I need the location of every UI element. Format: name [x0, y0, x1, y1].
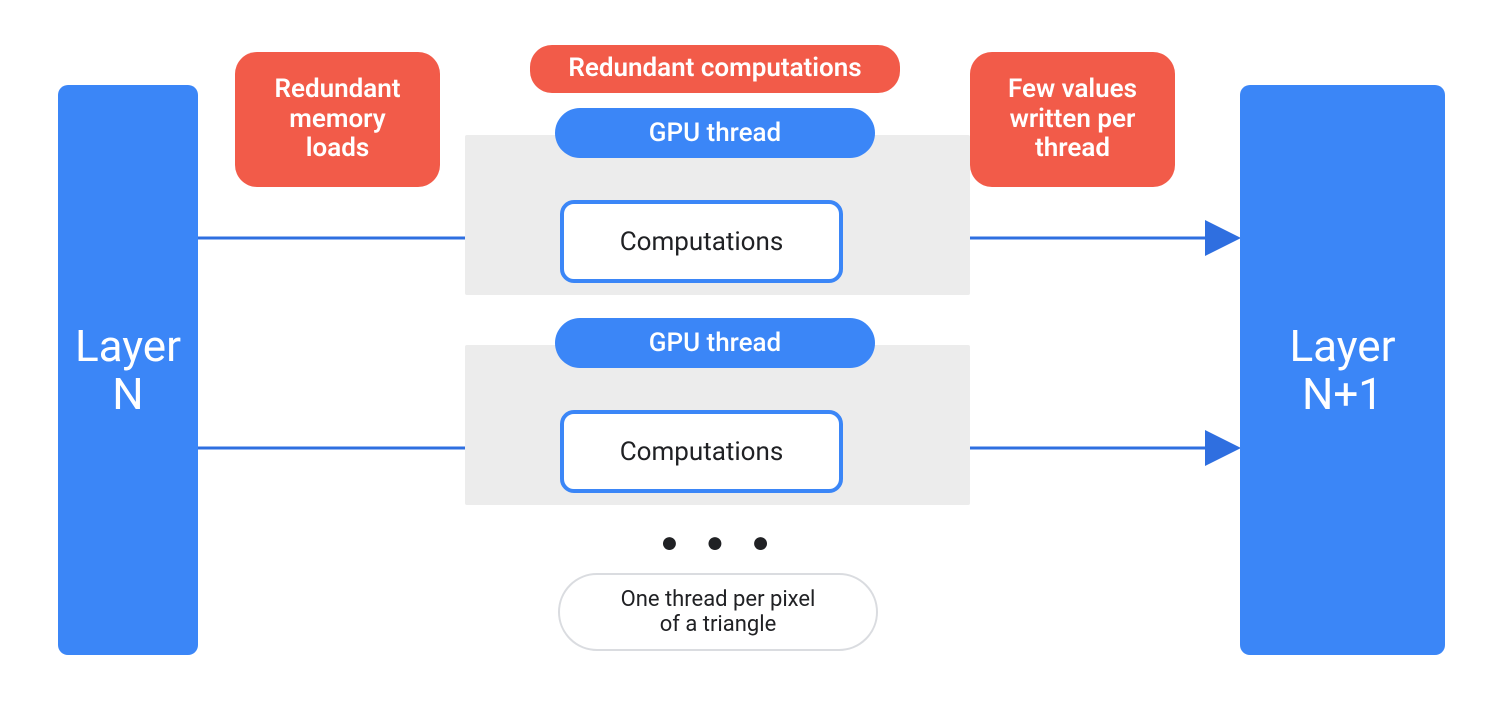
- callout-few-values-text: Few values written per thread: [1008, 75, 1137, 165]
- callout-memory-loads-text: Redundant memory loads: [274, 75, 400, 165]
- computations-box-1-text: Computations: [620, 227, 784, 257]
- gpu-thread-pill-1-text: GPU thread: [649, 118, 781, 148]
- callout-few-values: Few values written per thread: [970, 52, 1175, 187]
- layer-n1-box: Layer N+1: [1240, 85, 1445, 655]
- callout-redundant-comp: Redundant computations: [530, 45, 900, 93]
- callout-redundant-comp-text: Redundant computations: [568, 54, 861, 84]
- callout-memory-loads: Redundant memory loads: [235, 52, 440, 187]
- gpu-thread-pill-2: GPU thread: [555, 318, 875, 368]
- gpu-thread-pill-1: GPU thread: [555, 108, 875, 158]
- gpu-thread-pill-2-text: GPU thread: [649, 328, 781, 358]
- computations-box-2-text: Computations: [620, 437, 784, 467]
- layer-n-box: Layer N: [58, 85, 198, 655]
- ellipsis-text: ● ● ●: [660, 525, 779, 560]
- footer-pill-text: One thread per pixel of a triangle: [621, 587, 816, 638]
- ellipsis-dots: ● ● ●: [655, 525, 785, 560]
- layer-n-label: Layer N: [75, 322, 181, 419]
- footer-pill: One thread per pixel of a triangle: [558, 573, 878, 651]
- computations-box-1: Computations: [560, 200, 843, 283]
- layer-n1-label: Layer N+1: [1289, 322, 1395, 419]
- computations-box-2: Computations: [560, 410, 843, 493]
